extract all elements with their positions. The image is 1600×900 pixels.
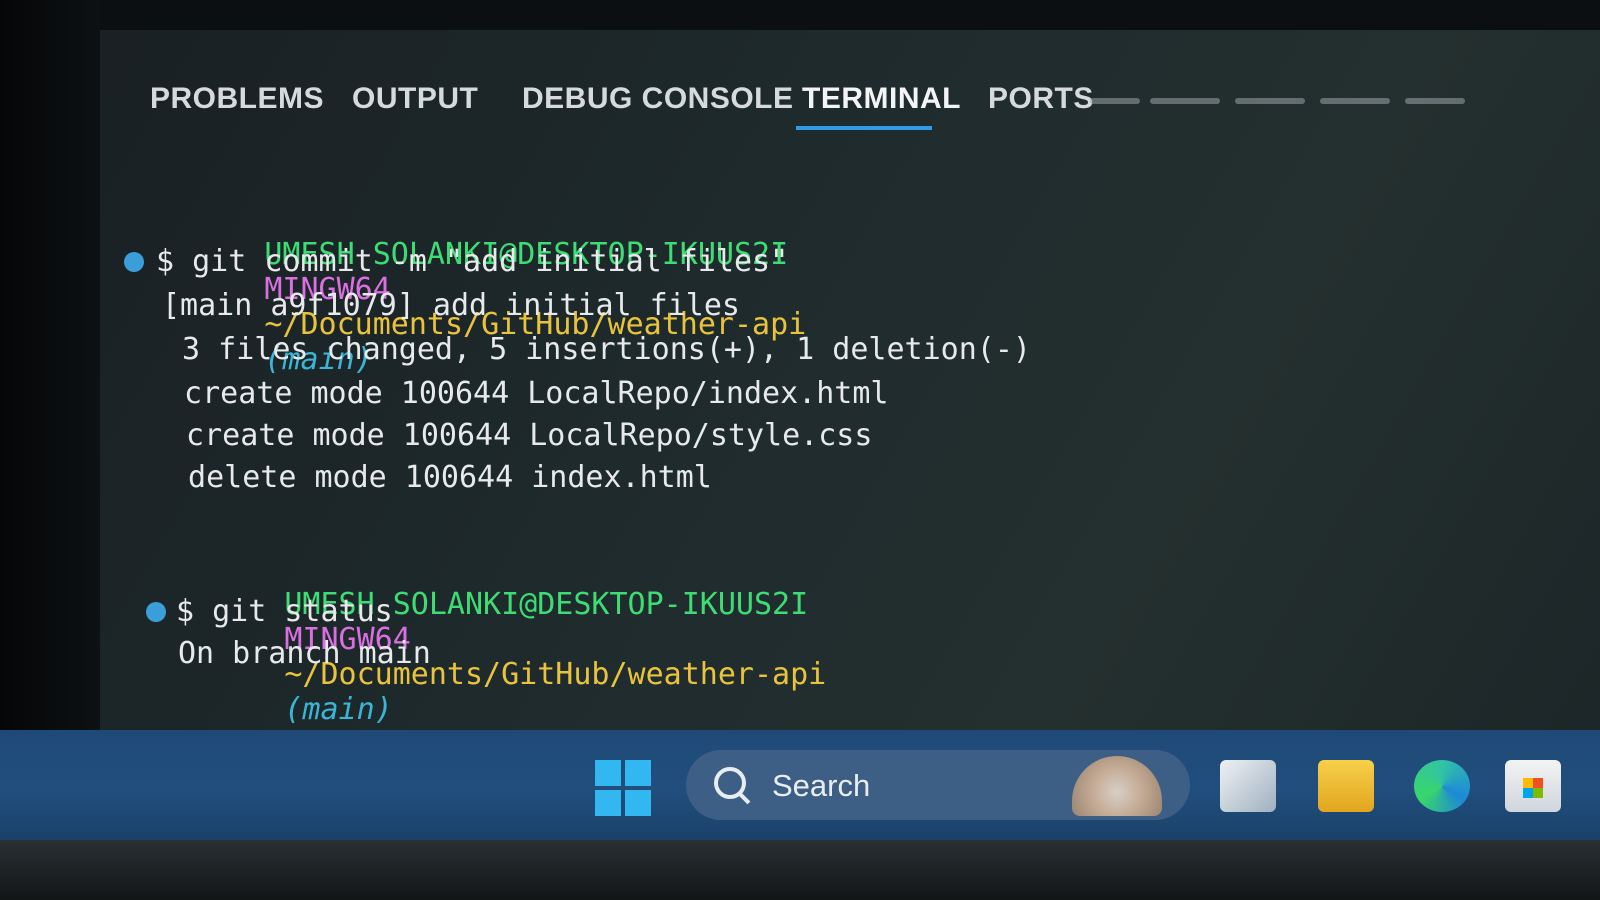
output-line: create mode 100644 LocalRepo/index.html	[166, 376, 889, 411]
output-line: delete mode 100644 index.html	[170, 460, 712, 495]
output-line: On branch main	[178, 636, 431, 671]
panel-action-icon[interactable]	[1405, 98, 1465, 104]
taskbar-search-box[interactable]: Search	[686, 750, 1190, 820]
screen-bezel	[0, 0, 100, 730]
command-line: $ git commit -m "add initial files"	[156, 244, 789, 279]
screen-bezel-bottom	[0, 840, 1600, 900]
command-decoration-dot[interactable]	[146, 602, 166, 622]
microsoft-store-icon[interactable]	[1505, 760, 1561, 812]
start-tile	[595, 760, 621, 786]
terminal-panel: PROBLEMS OUTPUT DEBUG CONSOLE TERMINAL P…	[100, 30, 1600, 730]
panel-action-icon[interactable]	[1090, 98, 1140, 104]
active-tab-indicator	[796, 126, 932, 130]
command-decoration-dot[interactable]	[124, 252, 144, 272]
start-tile	[625, 790, 651, 816]
output-line: [main a9f1079] add initial files	[162, 288, 740, 323]
search-icon	[714, 767, 746, 799]
panel-action-icon[interactable]	[1235, 98, 1305, 104]
taskbar: Search	[0, 730, 1600, 840]
tab-terminal[interactable]: TERMINAL	[802, 82, 961, 116]
search-placeholder: Search	[772, 768, 871, 803]
panel-action-icon[interactable]	[1150, 98, 1220, 104]
file-explorer-icon[interactable]	[1318, 760, 1374, 812]
edge-browser-icon[interactable]	[1414, 760, 1470, 812]
panel-tabs: PROBLEMS OUTPUT DEBUG CONSOLE TERMINAL P…	[150, 82, 1550, 142]
start-tile	[595, 790, 621, 816]
panel-action-icon[interactable]	[1320, 98, 1390, 104]
output-line: create mode 100644 LocalRepo/style.css	[168, 418, 873, 453]
windows-start-icon[interactable]	[595, 760, 651, 816]
command-line: $ git status	[176, 594, 393, 629]
tab-problems[interactable]: PROBLEMS	[150, 82, 324, 116]
prompt-branch: (main)	[284, 692, 393, 727]
output-line: 3 files changed, 5 insertions(+), 1 dele…	[164, 332, 1031, 367]
tab-ports[interactable]: PORTS	[988, 82, 1094, 116]
search-highlight-image	[1072, 756, 1162, 816]
tab-debug-console[interactable]: DEBUG CONSOLE	[522, 82, 794, 116]
tab-output[interactable]: OUTPUT	[352, 82, 478, 116]
task-view-icon[interactable]	[1220, 760, 1276, 812]
start-tile	[625, 760, 651, 786]
